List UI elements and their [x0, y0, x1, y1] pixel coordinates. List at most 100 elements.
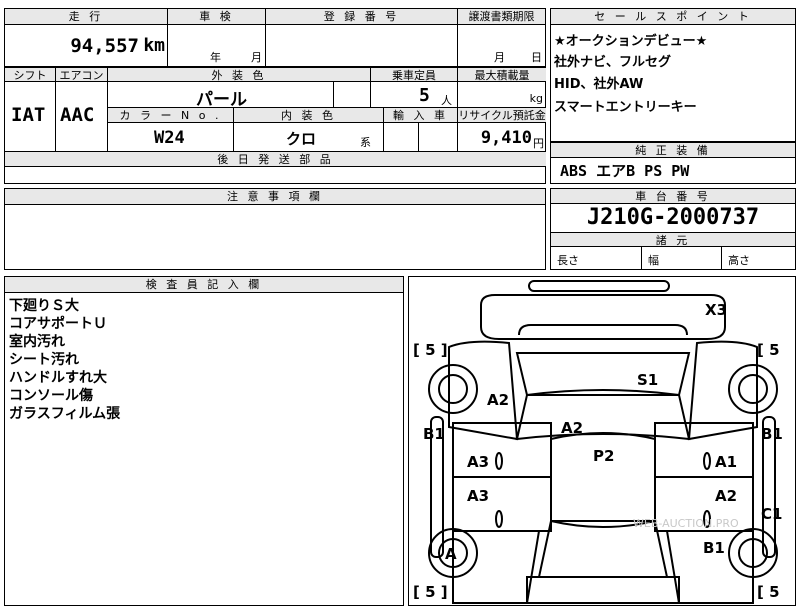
damage-diagram: [ 5 ] [ 5 [ 5 ] [ 5 X3 S1 A2 A2 P2 B1 B1… — [408, 276, 796, 606]
recycle-cell: 9,410 円 — [458, 123, 546, 152]
height-label: 高さ — [728, 254, 750, 267]
transfer-cell: 月 日 — [458, 25, 546, 67]
damage-mark: B1 — [423, 425, 445, 443]
damage-mark: A — [445, 545, 457, 563]
dims-header: 諸 元 — [551, 232, 795, 247]
shaken-cell: 年 月 — [168, 25, 266, 67]
color-no-value: W24 — [154, 128, 185, 148]
import-cell-a — [384, 123, 419, 152]
spec-table: 走 行 車 検 登 録 番 号 譲渡書類期限 94,557 km 年 月 月 日… — [4, 8, 546, 184]
damage-mark: X3 — [705, 301, 728, 319]
sales-point-line: ★オークションデビュー★ — [554, 34, 708, 49]
damage-mark: A1 — [715, 453, 738, 471]
inspector-line: コアサポートＵ — [9, 316, 107, 332]
recycle-unit: 円 — [533, 137, 544, 150]
chassis-box: 車 台 番 号 J210G-2000737 諸 元 長さ 幅 高さ — [550, 188, 796, 270]
tyre-bracket-br: [ 5 — [757, 583, 780, 601]
shaken-month: 月 — [251, 51, 262, 64]
notes-header: 注 意 事 項 欄 — [5, 189, 545, 205]
damage-mark: B1 — [761, 425, 783, 443]
later-parts-area — [5, 167, 545, 183]
max-load-cell: kg — [458, 82, 546, 108]
equipment-header: 純 正 装 備 — [551, 143, 795, 158]
interior-color-cell: クロ 系 — [234, 123, 384, 152]
damage-mark: A3 — [467, 487, 490, 505]
shift-value: IAT — [11, 104, 46, 126]
transfer-deadline-header: 譲渡書類期限 — [458, 9, 546, 25]
height-cell: 高さ — [722, 247, 795, 269]
aircon-cell: AAC — [56, 82, 108, 152]
inspector-line: シート汚れ — [9, 352, 79, 368]
tyre-depth-br: 5 — [769, 583, 780, 601]
aircon-header: エアコン — [56, 67, 108, 82]
inspector-line: ガラスフィルム張 — [9, 406, 121, 422]
exterior-color-extra — [334, 82, 371, 108]
damage-mark: A2 — [561, 419, 584, 437]
tyre-depth-tl: 5 — [425, 341, 436, 359]
damage-mark: S1 — [637, 371, 659, 389]
damage-mark: P2 — [593, 447, 615, 465]
mileage-value: 94,557 — [70, 35, 139, 57]
aircon-value: AAC — [60, 104, 95, 126]
inspector-line: ハンドルすれ大 — [9, 370, 107, 386]
sales-points-box: セ ー ル ス ポ イ ン ト ★オークションデビュー★ 社外ナビ、フルセグ H… — [550, 8, 796, 142]
capacity-value: 5 — [419, 85, 430, 106]
shaken-header: 車 検 — [168, 9, 266, 25]
damage-mark: B1 — [703, 539, 725, 557]
damage-mark: A2 — [487, 391, 510, 409]
tyre-bracket-tl: [ 5 ] — [413, 341, 448, 359]
sales-point-line: スマートエントリーキー — [554, 100, 697, 115]
inspector-header: 検 査 員 記 入 欄 — [5, 277, 403, 293]
shaken-year: 年 — [210, 51, 221, 64]
inspector-line: 下廻りＳ大 — [9, 298, 79, 314]
mileage-unit: km — [143, 35, 165, 56]
capacity-unit: 人 — [441, 94, 452, 107]
color-no-header: カ ラ ー N o . — [108, 108, 234, 123]
tyre-depth-bl: 5 — [425, 583, 436, 601]
max-load-unit: kg — [529, 92, 543, 105]
tyre-bracket-tr: [ 5 — [757, 341, 780, 359]
inspector-line: 室内汚れ — [9, 334, 65, 350]
import-header: 輸 入 車 — [384, 108, 458, 123]
tyre-bracket-bl: [ 5 ] — [413, 583, 448, 601]
damage-mark: A3 — [467, 453, 490, 471]
watermark: WEB-AUCTION.PRO — [633, 517, 739, 530]
interior-color-header: 内 装 色 — [234, 108, 384, 123]
width-label: 幅 — [648, 254, 659, 267]
transfer-day: 日 — [531, 51, 542, 64]
color-no-cell: W24 — [108, 123, 234, 152]
chassis-header: 車 台 番 号 — [551, 189, 795, 204]
max-load-header: 最大積載量 — [458, 67, 546, 82]
interior-color-value: クロ — [286, 130, 317, 148]
mileage-header: 走 行 — [5, 9, 168, 25]
exterior-color-cell: パール — [108, 82, 334, 108]
tyre-depth-tr: 5 — [769, 341, 780, 359]
later-parts-header: 後 日 発 送 部 品 — [5, 152, 546, 167]
capacity-cell: 5 人 — [371, 82, 458, 108]
registration-header: 登 録 番 号 — [266, 9, 458, 25]
car-outline-svg — [428, 280, 778, 604]
equipment-value: ABS エアB PS PW — [560, 162, 690, 180]
exterior-color-header: 外 装 色 — [108, 67, 371, 82]
length-label: 長さ — [557, 254, 579, 267]
shift-header: シフト — [5, 67, 56, 82]
exterior-color-value: パール — [196, 90, 247, 108]
registration-cell — [266, 25, 458, 67]
inspector-line: コンソール傷 — [9, 388, 93, 404]
transfer-month: 月 — [494, 51, 505, 64]
mileage-cell: 94,557 km — [5, 25, 168, 67]
chassis-value: J210G-2000737 — [586, 205, 760, 230]
damage-mark: A2 — [715, 487, 738, 505]
import-cell-b — [419, 123, 458, 152]
capacity-header: 乗車定員 — [371, 67, 458, 82]
length-cell: 長さ — [551, 247, 642, 269]
sales-points-header: セ ー ル ス ポ イ ン ト — [551, 9, 795, 25]
shift-cell: IAT — [5, 82, 56, 152]
sales-point-line: HID、社外AW — [554, 77, 644, 92]
damage-mark: C1 — [761, 505, 783, 523]
equipment-box: 純 正 装 備 ABS エアB PS PW — [550, 142, 796, 184]
notes-box: 注 意 事 項 欄 — [4, 188, 546, 270]
inspector-box: 検 査 員 記 入 欄 下廻りＳ大 コアサポートＵ 室内汚れ シート汚れ ハンド… — [4, 276, 404, 606]
width-cell: 幅 — [642, 247, 722, 269]
sales-point-line: 社外ナビ、フルセグ — [554, 55, 672, 70]
